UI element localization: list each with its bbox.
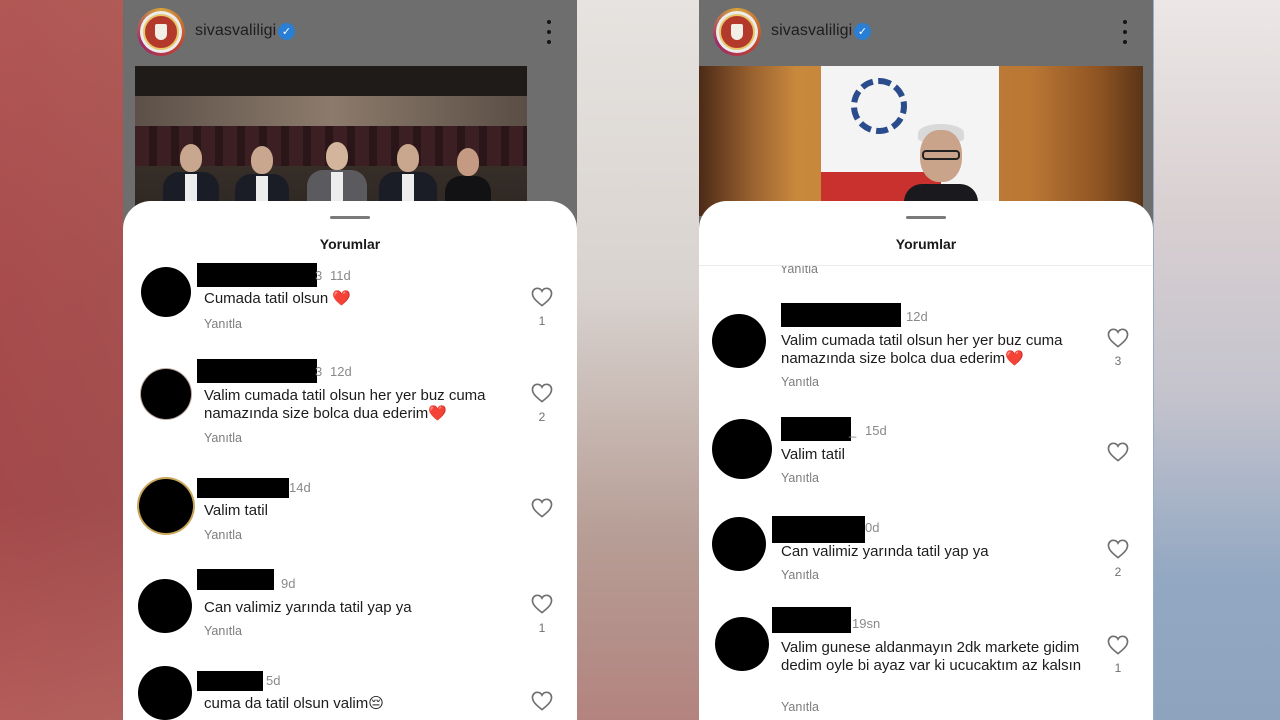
comments-sheet: Yorumlar Yanıtla 12d Valim cumada tatil …: [699, 201, 1153, 720]
commenter-avatar[interactable]: [141, 369, 191, 419]
commenter-name-redacted[interactable]: [197, 359, 317, 383]
comment-text: Valim cumada tatil olsun her yer buz cum…: [204, 387, 486, 422]
reply-button[interactable]: Yanıtla: [781, 375, 819, 389]
commenter-name-redacted[interactable]: [197, 263, 317, 287]
account-avatar[interactable]: [713, 8, 761, 56]
comment-time: 15d: [865, 423, 887, 438]
sheet-divider: [699, 265, 1153, 266]
comment-time: 0d: [865, 520, 880, 535]
post-header: sivasvaliligi ✓: [123, 0, 577, 64]
commenter-name-redacted[interactable]: [197, 569, 274, 590]
heart-outline-icon[interactable]: [1107, 442, 1129, 462]
commenter-name-redacted[interactable]: [772, 607, 851, 633]
kebab-menu-icon[interactable]: [1121, 20, 1129, 44]
heart-outline-icon[interactable]: [531, 383, 553, 403]
account-username[interactable]: sivasvaliligi: [771, 22, 852, 40]
comment-time: 14d: [289, 480, 311, 495]
account-username[interactable]: sivasvaliligi: [195, 22, 276, 40]
comment-text: Valim cumada tatil olsun her yer buz cum…: [781, 332, 1063, 367]
reply-button[interactable]: Yanıtla: [781, 700, 819, 714]
commenter-avatar[interactable]: [138, 666, 192, 720]
heart-outline-icon[interactable]: [531, 498, 553, 518]
reply-button[interactable]: Yanıtla: [204, 528, 242, 542]
commenter-name-tail: 3: [315, 364, 323, 379]
post-photo: [135, 66, 527, 216]
commenter-name-tail: 3: [315, 268, 323, 283]
commenter-avatar[interactable]: [712, 314, 766, 368]
commenter-name-redacted[interactable]: [772, 516, 865, 543]
sheet-drag-handle[interactable]: [906, 216, 946, 219]
gear-logo-icon: [851, 78, 907, 134]
verified-badge-icon: ✓: [854, 23, 871, 40]
heart-outline-icon[interactable]: [531, 594, 553, 614]
right-screenshot: sivasvaliligi ✓ Yorumlar Yanıtla 12d Val…: [699, 0, 1153, 720]
commenter-name-redacted[interactable]: [197, 671, 263, 691]
commenter-avatar[interactable]: [139, 479, 193, 533]
reply-button[interactable]: Yanıtla: [204, 431, 242, 445]
background-blur-left: [0, 0, 123, 720]
background-blur-middle: [577, 0, 699, 720]
kebab-menu-icon[interactable]: [545, 20, 553, 44]
verified-badge-icon: ✓: [278, 23, 295, 40]
background-blur-right: [1154, 0, 1280, 720]
post-header: sivasvaliligi ✓: [699, 0, 1153, 64]
commenter-avatar[interactable]: [138, 579, 192, 633]
commenter-name-tail: _: [849, 423, 857, 438]
heart-emoji: ❤️: [428, 405, 447, 422]
comment-time: 19sn: [852, 616, 881, 631]
commenter-avatar[interactable]: [712, 419, 772, 479]
post-photo: [699, 66, 1143, 216]
reply-button[interactable]: Yanıtla: [204, 317, 242, 331]
commenter-avatar[interactable]: [715, 617, 769, 671]
comment-text: Can valimiz yarında tatil yap ya: [204, 599, 412, 616]
like-count: 1: [1114, 661, 1122, 675]
heart-outline-icon[interactable]: [1107, 539, 1129, 559]
heart-outline-icon[interactable]: [531, 691, 553, 711]
sheet-drag-handle[interactable]: [330, 216, 370, 219]
comment-time: 11d: [330, 268, 351, 283]
comment-text: Valim gunese aldanmayın 2dk markete gidi…: [781, 639, 1082, 674]
commenter-name-redacted[interactable]: [781, 417, 851, 441]
comment-time: 5d: [266, 673, 281, 688]
commenter-avatar[interactable]: [712, 517, 766, 571]
commenter-name-redacted[interactable]: [781, 303, 901, 327]
comments-sheet: Yorumlar 3 11d Cumada tatil olsun ❤️ Yan…: [123, 201, 577, 720]
heart-outline-icon[interactable]: [1107, 635, 1129, 655]
like-count: 2: [1114, 565, 1122, 579]
reply-button[interactable]: Yanıtla: [204, 624, 242, 638]
heart-emoji: ❤️: [332, 290, 352, 307]
comment-text: Valim tatil: [781, 446, 845, 463]
comment-time: 12d: [906, 309, 928, 324]
account-avatar[interactable]: [137, 8, 185, 56]
comment-time: 12d: [330, 364, 352, 379]
governorship-logo: [143, 14, 179, 50]
heart-emoji: ❤️: [1005, 350, 1024, 367]
comment-text: cuma da tatil olsun valim😔: [204, 695, 384, 712]
comment-time: 9d: [281, 576, 296, 591]
like-count: 1: [538, 314, 546, 328]
comment-text: Cumada tatil olsun ❤️: [204, 290, 352, 307]
reply-button[interactable]: Yanıtla: [781, 471, 819, 485]
commenter-avatar[interactable]: [141, 267, 191, 317]
sheet-title: Yorumlar: [319, 236, 381, 252]
sheet-title: Yorumlar: [895, 236, 957, 252]
governorship-logo: [719, 14, 755, 50]
commenter-name-redacted[interactable]: [197, 478, 289, 498]
comment-text: Valim tatil: [204, 502, 268, 519]
heart-outline-icon[interactable]: [531, 287, 553, 307]
like-count: 1: [538, 621, 546, 635]
like-count: 2: [538, 410, 546, 424]
like-count: 3: [1114, 354, 1122, 368]
reply-button[interactable]: Yanıtla: [781, 568, 819, 582]
comment-text: Can valimiz yarında tatil yap ya: [781, 543, 989, 560]
pensive-emoji: 😔: [368, 695, 384, 712]
left-screenshot: sivasvaliligi ✓ Yorumlar 3 11d Cumada ta…: [123, 0, 577, 720]
heart-outline-icon[interactable]: [1107, 328, 1129, 348]
